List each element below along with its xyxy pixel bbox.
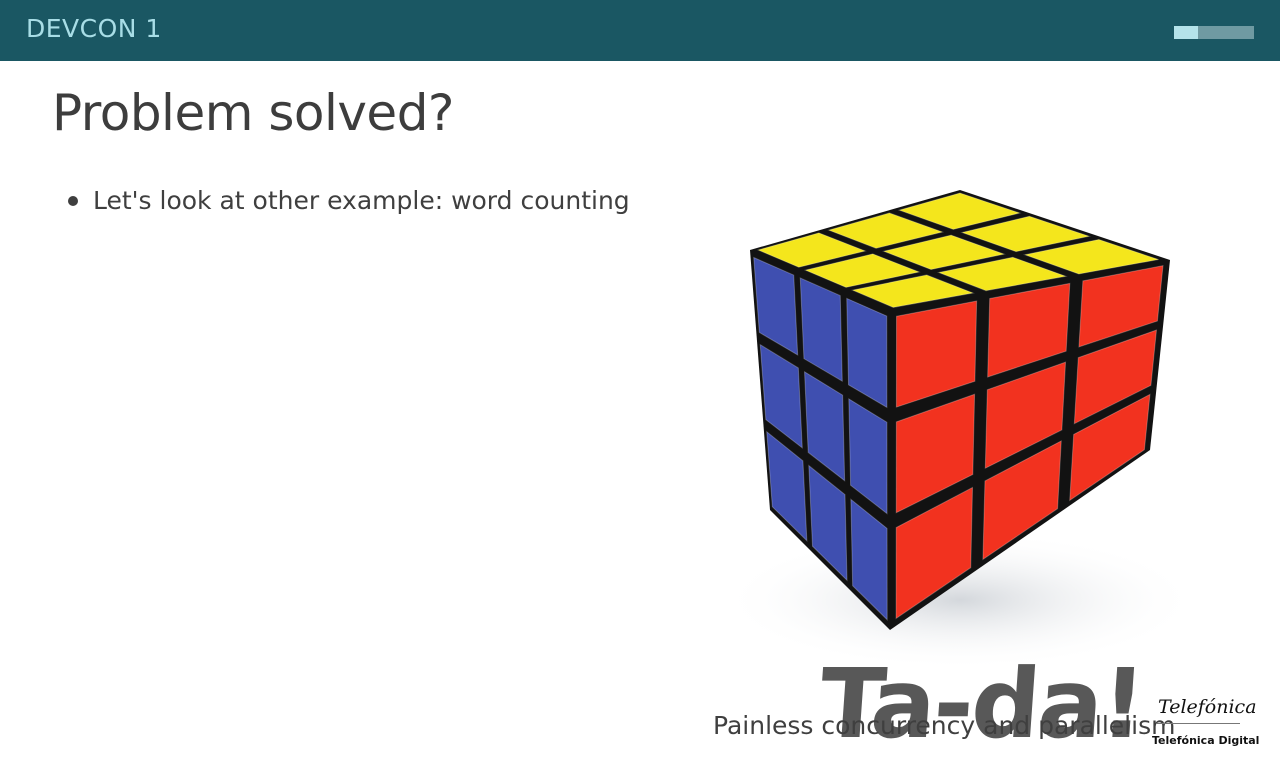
logo-divider [1156, 723, 1240, 724]
bullet-text: Let's look at other example: word counti… [93, 186, 630, 215]
bullet-list: Let's look at other example: word counti… [66, 184, 630, 218]
slide-title: Problem solved? [52, 84, 454, 142]
logo-caption: Telefónica Digital [1152, 734, 1260, 747]
presentation-title: DEVCON 1 [26, 14, 162, 43]
bullet-item: Let's look at other example: word counti… [66, 184, 630, 218]
slide-progress-fill [1174, 26, 1198, 39]
header-bar: DEVCON 1 [0, 0, 1280, 61]
slide-progress-bar[interactable] [1174, 26, 1254, 39]
handwritten-caption: Ta-da! [816, 648, 1147, 760]
telefonica-logo: Telefónica Telefónica Digital [1148, 696, 1259, 752]
footer-subtitle: Painless concurrency and parallelism [713, 711, 1176, 740]
bullet-dot-icon [68, 196, 78, 206]
logo-wordmark: Telefónica [1158, 696, 1257, 718]
